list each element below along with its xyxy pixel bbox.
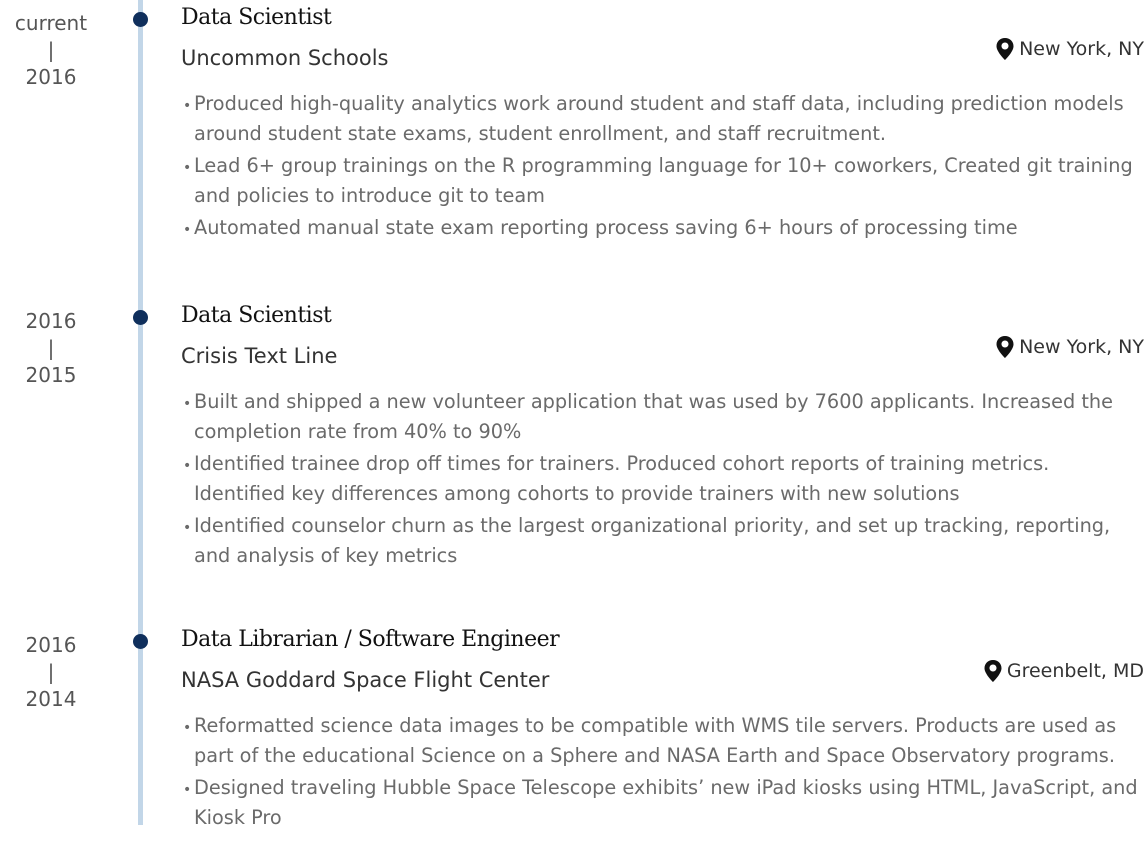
organization-name: NASA Goddard Space Flight Center: [181, 668, 550, 692]
map-pin-icon: [984, 660, 1002, 682]
organization-name: Uncommon Schools: [181, 46, 389, 70]
list-item: Produced high-quality analytics work aro…: [183, 90, 1145, 148]
location: New York, NY: [996, 336, 1144, 358]
bullet-list: Produced high-quality analytics work aro…: [183, 90, 1145, 248]
date-start: 2014: [25, 687, 77, 711]
date-end: 2016: [25, 309, 77, 333]
date-end: current: [14, 11, 88, 35]
timeline-dot: [133, 634, 148, 649]
list-item: Built and shipped a new volunteer applic…: [183, 388, 1145, 446]
location-text: New York, NY: [1019, 38, 1144, 60]
location: Greenbelt, MD: [984, 660, 1144, 682]
location-text: Greenbelt, MD: [1006, 660, 1144, 682]
timeline-dot: [133, 12, 148, 27]
date-start: 2015: [25, 363, 77, 387]
bullet-list: Reformatted science data images to be co…: [183, 712, 1145, 836]
date-separator: |: [47, 660, 55, 684]
map-pin-icon: [996, 38, 1014, 60]
date-end: 2016: [25, 633, 77, 657]
list-item: Automated manual state exam reporting pr…: [183, 214, 1145, 244]
job-title: Data Librarian / Software Engineer: [181, 627, 560, 652]
job-title: Data Scientist: [181, 5, 332, 30]
list-item: Identified counselor churn as the larges…: [183, 512, 1145, 570]
bullet-list: Built and shipped a new volunteer applic…: [183, 388, 1145, 574]
timeline-dot: [133, 310, 148, 325]
organization-name: Crisis Text Line: [181, 344, 338, 368]
date-range: 2016 | 2014: [0, 632, 102, 713]
date-separator: |: [47, 336, 55, 360]
list-item: Lead 6+ group trainings on the R program…: [183, 152, 1145, 210]
list-item: Reformatted science data images to be co…: [183, 712, 1145, 770]
timeline-line: [138, 0, 143, 825]
location-text: New York, NY: [1019, 336, 1144, 358]
list-item: Designed traveling Hubble Space Telescop…: [183, 774, 1145, 832]
date-start: 2016: [25, 65, 77, 89]
job-title: Data Scientist: [181, 303, 332, 328]
map-pin-icon: [996, 336, 1014, 358]
date-separator: |: [47, 38, 55, 62]
date-range: 2016 | 2015: [0, 308, 102, 389]
location: New York, NY: [996, 38, 1144, 60]
list-item: Identified trainee drop off times for tr…: [183, 450, 1145, 508]
date-range: current | 2016: [0, 10, 102, 91]
